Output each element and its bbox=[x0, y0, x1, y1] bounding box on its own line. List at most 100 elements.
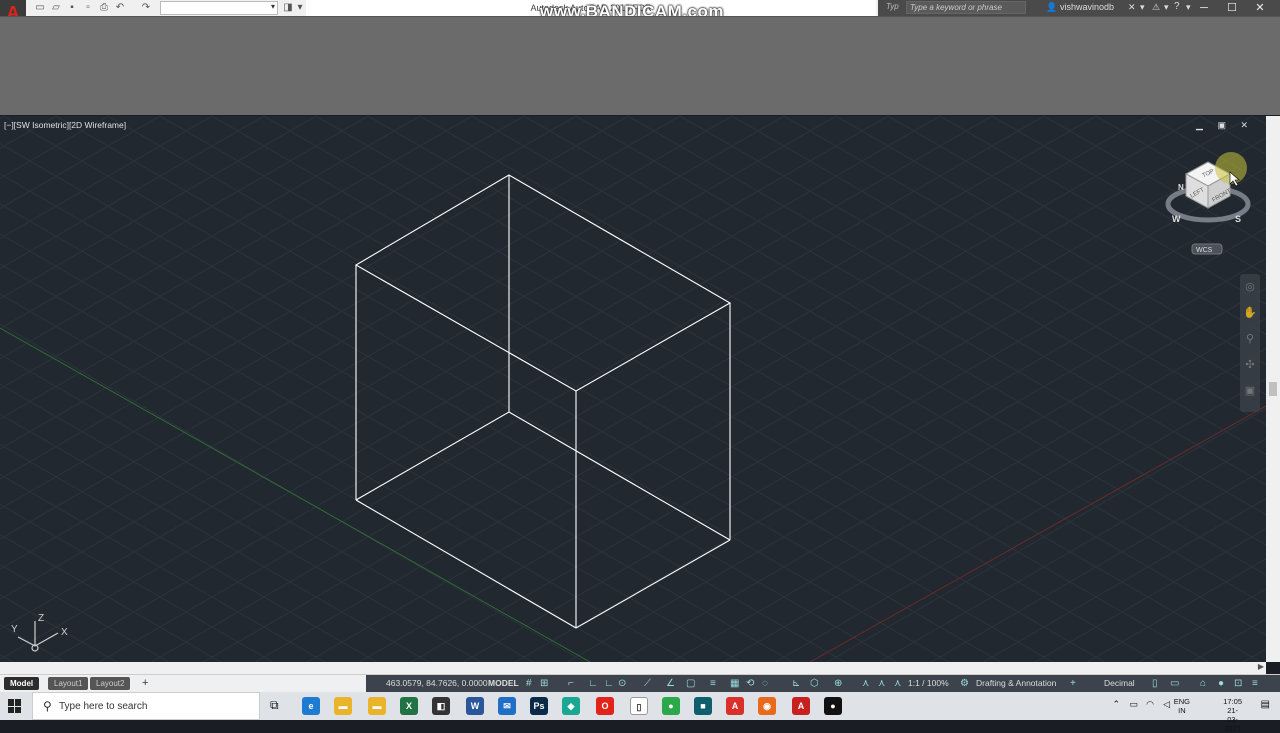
steering-wheel-icon[interactable]: ◎ bbox=[1240, 280, 1260, 300]
redo-icon[interactable]: ↷ bbox=[140, 2, 152, 14]
taskbar-opera-icon[interactable]: O bbox=[596, 697, 614, 715]
selection-cycling-icon[interactable]: ⟲ bbox=[746, 678, 754, 689]
lock-ui-icon[interactable]: ▭ bbox=[1170, 678, 1179, 689]
zoom-icon[interactable]: ⚲ bbox=[1240, 332, 1260, 352]
wifi-icon[interactable]: ◠ bbox=[1146, 699, 1154, 710]
taskbar-edge-icon[interactable]: e bbox=[302, 697, 320, 715]
annotation-scale-icon[interactable]: ⋏ bbox=[894, 678, 901, 689]
maximize-button[interactable]: ☐ bbox=[1218, 0, 1246, 16]
object-snap-tracking-icon[interactable]: ∠ bbox=[666, 678, 675, 689]
tab-layout1[interactable]: Layout1 bbox=[48, 677, 89, 690]
annotation-visibility-icon[interactable]: ⋏ bbox=[862, 678, 869, 689]
tray-expand-icon[interactable]: ⌃ bbox=[1112, 699, 1120, 710]
annotation-monitor-icon[interactable]: + bbox=[1070, 678, 1076, 689]
isodraft-icon[interactable]: ⟋ bbox=[644, 678, 651, 689]
taskbar-notepad-icon[interactable]: ▯ bbox=[630, 697, 648, 715]
viewport-window-controls[interactable]: ▁ ▣ ✕ bbox=[1196, 120, 1254, 131]
taskbar-file-explorer-icon[interactable]: ▬ bbox=[334, 697, 352, 715]
selection-filter-icon[interactable]: ⬡ bbox=[810, 678, 819, 689]
box-top-face bbox=[354, 174, 732, 392]
model-space-button[interactable]: MODEL bbox=[488, 678, 519, 688]
autoscale-icon[interactable]: ⋏ bbox=[878, 678, 885, 689]
taskbar-firefox-icon[interactable]: ◉ bbox=[758, 697, 776, 715]
viewport-controls-label[interactable]: [−][SW Isometric][2D Wireframe] bbox=[4, 120, 126, 130]
taskbar-app-green-icon[interactable]: ● bbox=[662, 697, 680, 715]
tab-layout2[interactable]: Layout2 bbox=[90, 677, 131, 690]
coordinates-readout[interactable]: 463.0579, 84.7626, 0.0000 bbox=[386, 678, 488, 688]
infer-constraints-icon[interactable]: ⌐ bbox=[568, 678, 574, 689]
taskbar-photoshop-icon[interactable]: Ps bbox=[530, 697, 548, 715]
pan-icon[interactable]: ✋ bbox=[1240, 306, 1260, 326]
snap-icon[interactable]: ⊞ bbox=[540, 678, 548, 689]
grid-icon[interactable]: # bbox=[526, 678, 532, 689]
taskbar-app-3d-icon[interactable]: ◆ bbox=[562, 697, 580, 715]
layer-icon[interactable]: ◨ bbox=[282, 2, 294, 14]
units-button[interactable]: Decimal bbox=[1104, 678, 1135, 688]
new-file-icon[interactable]: ▭ bbox=[34, 2, 46, 14]
network-icon[interactable]: ▭ bbox=[1129, 699, 1138, 710]
taskbar-mail-icon[interactable]: ✉ bbox=[498, 697, 516, 715]
workspace-gear-icon[interactable]: ⚙ bbox=[960, 678, 969, 689]
dynamic-ucs-icon[interactable]: ⊾ bbox=[792, 678, 800, 689]
clock[interactable]: 17:05 21-03-2021 bbox=[1223, 697, 1242, 733]
taskbar-excel-icon[interactable]: X bbox=[400, 697, 418, 715]
orbit-icon[interactable]: ✣ bbox=[1240, 358, 1260, 378]
taskbar-bandicam-icon[interactable]: ● bbox=[824, 697, 842, 715]
gizmo-icon[interactable]: ⊕ bbox=[834, 678, 842, 689]
print-icon[interactable]: ⎙ bbox=[98, 2, 110, 14]
volume-icon[interactable]: ◁ bbox=[1163, 699, 1170, 710]
clean-screen-icon[interactable]: ⊡ bbox=[1234, 678, 1242, 689]
taskbar-autocad-icon[interactable]: A bbox=[792, 697, 810, 715]
windows-start-icon[interactable] bbox=[8, 699, 22, 713]
taskbar-app-teal-icon[interactable]: ■ bbox=[694, 697, 712, 715]
keyword-search-input[interactable]: Type a keyword or phrase bbox=[906, 1, 1026, 14]
quick-access-dropdown-icon[interactable]: ▾ bbox=[294, 2, 306, 14]
quick-properties-icon[interactable]: ▯ bbox=[1152, 678, 1158, 689]
taskbar-store-icon[interactable]: ◧ bbox=[432, 697, 450, 715]
transparency-icon[interactable]: ▦ bbox=[730, 678, 739, 689]
alert-dropdown-icon[interactable]: ▾ bbox=[1164, 2, 1169, 13]
customization-icon[interactable]: ≡ bbox=[1252, 678, 1258, 689]
add-layout-button[interactable]: + bbox=[136, 677, 154, 690]
close-button[interactable]: ✕ bbox=[1246, 0, 1274, 16]
object-snap-icon[interactable]: ▢ bbox=[686, 678, 695, 689]
3d-osnap-icon[interactable]: ◌ bbox=[762, 678, 768, 689]
exchange-icon[interactable]: ✕ bbox=[1128, 2, 1136, 13]
save-icon[interactable]: ▪ bbox=[66, 2, 78, 14]
open-file-icon[interactable]: ▱ bbox=[50, 2, 62, 14]
workspace-switch-button[interactable]: Drafting & Annotation bbox=[976, 678, 1056, 688]
notifications-icon[interactable]: ▤ bbox=[1261, 699, 1270, 710]
save-as-icon[interactable]: ▫ bbox=[82, 2, 94, 14]
horizontal-scrollbar[interactable]: ▶ bbox=[0, 662, 1266, 674]
undo-icon[interactable]: ↶ bbox=[114, 2, 126, 14]
username-label[interactable]: vishwavinodb bbox=[1060, 2, 1114, 12]
taskbar-word-icon[interactable]: W bbox=[466, 697, 484, 715]
help-icon[interactable]: ? bbox=[1174, 1, 1180, 12]
exchange-dropdown-icon[interactable]: ▾ bbox=[1140, 2, 1145, 13]
polar-icon[interactable]: ∟ bbox=[604, 678, 614, 689]
task-view-icon[interactable]: ⧉ bbox=[270, 698, 279, 713]
a360-icon[interactable]: ⚠ bbox=[1152, 2, 1160, 13]
lineweight-icon[interactable]: ≡ bbox=[710, 678, 716, 689]
taskbar-acrobat-icon[interactable]: A bbox=[726, 697, 744, 715]
ortho-icon[interactable]: ∟ bbox=[588, 678, 598, 689]
taskbar-file-explorer-2-icon[interactable]: ▬ bbox=[368, 697, 386, 715]
minimize-button[interactable]: ─ bbox=[1190, 0, 1218, 16]
hardware-acceleration-icon[interactable]: ● bbox=[1218, 678, 1224, 689]
polar-tracking-icon[interactable]: ⊙ bbox=[618, 678, 626, 689]
annotation-scale-button[interactable]: 1:1 / 100% bbox=[908, 678, 949, 688]
language-indicator[interactable]: ENG IN bbox=[1174, 697, 1190, 715]
grid-line bbox=[367, 116, 1266, 636]
taskbar-search-box[interactable]: ⚲ Type here to search bbox=[32, 692, 260, 720]
scroll-right-arrow-icon[interactable]: ▶ bbox=[1258, 662, 1264, 671]
workspace-combo[interactable]: ▾ bbox=[160, 1, 278, 15]
viewcube[interactable]: TOP LEFT FRONT N W S WCS bbox=[1158, 150, 1258, 260]
isolate-objects-icon[interactable]: ⌂ bbox=[1200, 678, 1206, 689]
tab-model[interactable]: Model bbox=[4, 677, 40, 690]
vertical-scrollbar[interactable] bbox=[1266, 116, 1280, 662]
scroll-thumb[interactable] bbox=[1269, 382, 1277, 396]
box-wireframe[interactable] bbox=[354, 174, 732, 629]
showmotion-icon[interactable]: ▣ bbox=[1240, 384, 1260, 404]
drawing-viewport[interactable]: Z X Y [−][SW Isometric][2D Wireframe] ▁ … bbox=[0, 116, 1266, 662]
ucs-y-label: Y bbox=[11, 624, 18, 635]
